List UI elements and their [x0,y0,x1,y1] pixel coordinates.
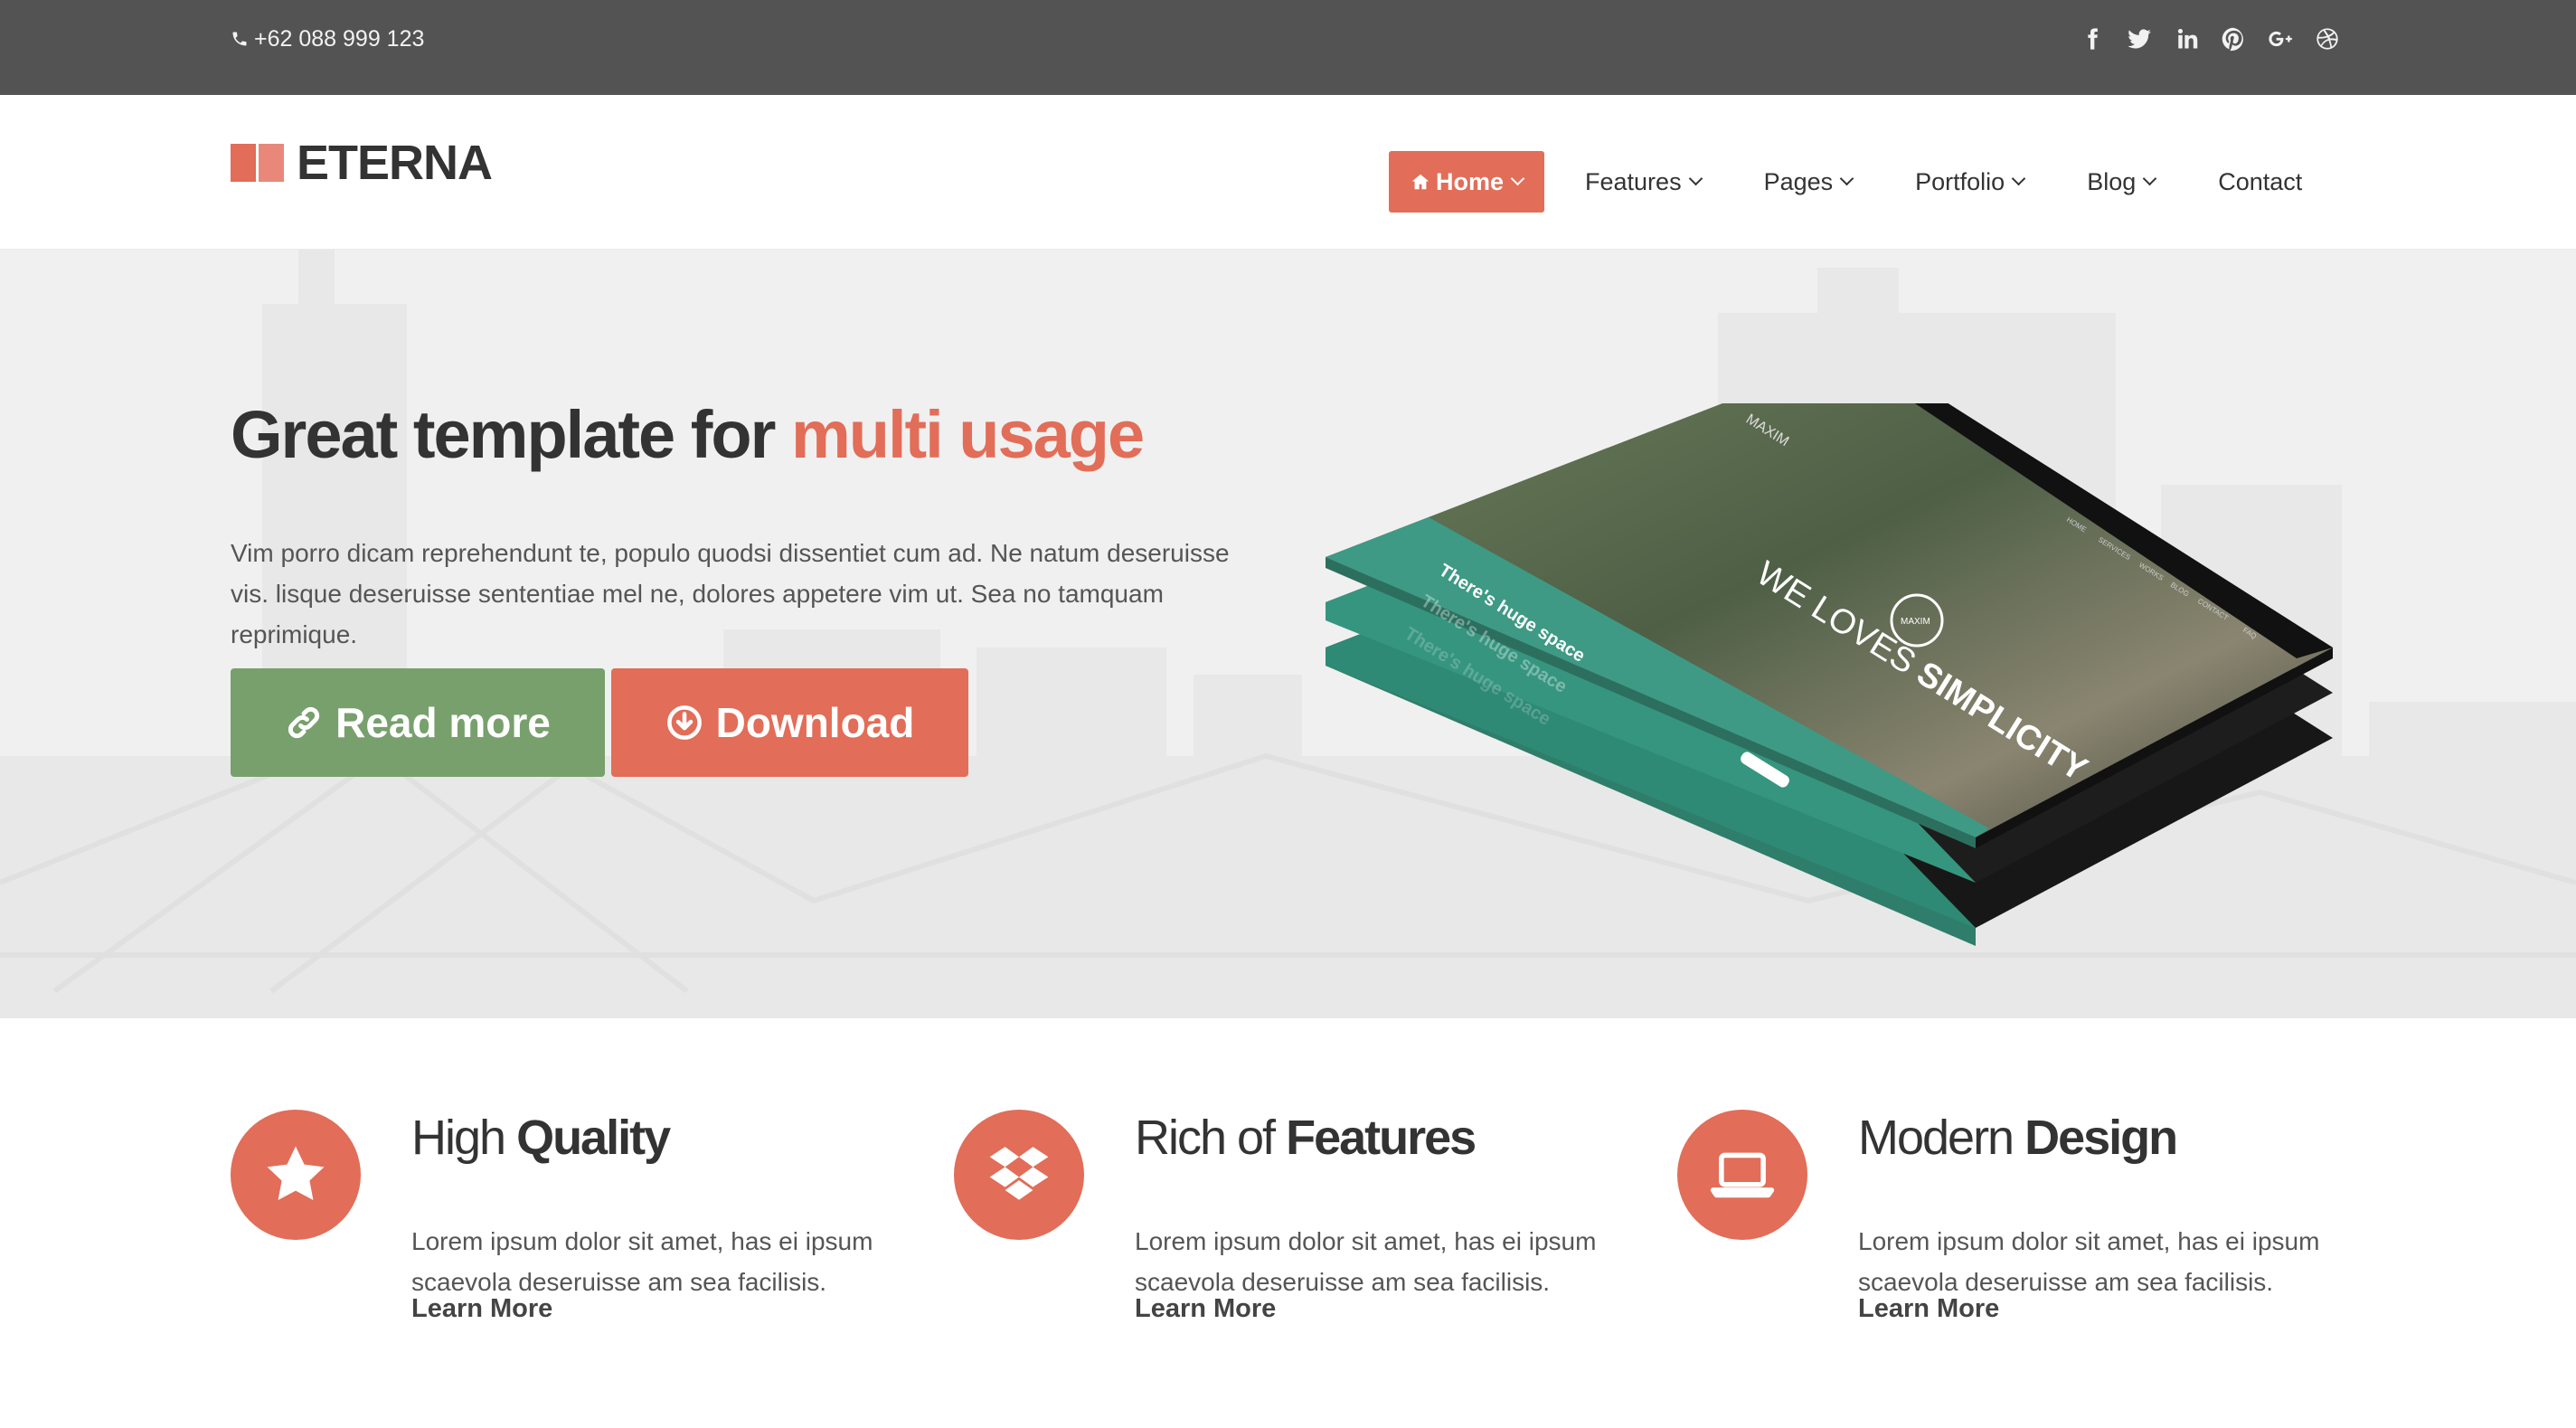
feature-description: Lorem ipsum dolor sit amet, has ei ipsum… [411,1227,873,1296]
facebook-icon[interactable] [2079,24,2106,54]
pinterest-icon[interactable] [2220,24,2247,54]
nav-home-label: Home [1436,167,1505,195]
dropbox-icon [954,1110,1084,1240]
chevron-down-icon [2142,171,2157,185]
feature-title: Rich of Features [1135,1108,1477,1168]
chevron-down-icon [1510,171,1525,185]
nav-pages-label: Pages [1763,167,1834,195]
website-mockup-image: WE LOVES SIMPLICITY MAXIM MAXIM There's … [1326,403,2333,946]
hero-title-accent: multi usage [790,397,1145,472]
logo[interactable]: ETERNA [231,136,493,190]
download-circle-icon [666,705,702,740]
nav-home[interactable]: Home [1389,151,1545,213]
learn-more-link[interactable]: Learn More [1858,1294,1999,1324]
feature-modern-design: Modern Design Lorem ipsum dolor sit amet… [1677,1108,2364,1343]
mockup-badge: MAXIM [1901,617,1930,627]
top-bar: +62 088 999 123 [0,0,2576,95]
download-label: Download [715,699,915,746]
chevron-down-icon [1839,171,1854,185]
hero-description: Vim porro dicam reprehendunt te, populo … [231,539,1230,648]
phone-contact: +62 088 999 123 [231,24,424,54]
nav-contact[interactable]: Contact [2195,151,2325,213]
feature-title: Modern Design [1858,1108,2178,1168]
feature-title-light: Modern [1858,1111,2025,1165]
feature-title-light: High [411,1111,517,1165]
nav-portfolio[interactable]: Portfolio [1892,151,2046,213]
nav-features[interactable]: Features [1562,151,1723,213]
nav-blog[interactable]: Blog [2064,151,2177,213]
phone-icon [232,32,247,46]
learn-more-link[interactable]: Learn More [411,1294,552,1324]
home-icon [1411,174,1430,190]
nav-features-label: Features [1585,167,1682,195]
feature-description: Lorem ipsum dolor sit amet, has ei ipsum… [1135,1227,1597,1296]
read-more-button[interactable]: Read more [231,668,605,777]
phone-number: +62 088 999 123 [254,26,425,52]
download-button[interactable]: Download [611,668,968,777]
social-links [2079,24,2341,54]
feature-description: Lorem ipsum dolor sit amet, has ei ipsum… [1858,1227,2320,1296]
feature-title-bold: Features [1286,1111,1477,1165]
feature-title-bold: Quality [516,1111,671,1165]
feature-title-bold: Design [2024,1111,2178,1165]
read-more-label: Read more [335,699,551,746]
laptop-icon [1677,1110,1807,1240]
feature-high-quality: High Quality Lorem ipsum dolor sit amet,… [231,1108,918,1343]
feature-rich-features: Rich of Features Lorem ipsum dolor sit a… [954,1108,1641,1343]
nav-portfolio-label: Portfolio [1915,167,2005,195]
chevron-down-icon [1688,171,1703,185]
dribbble-icon[interactable] [2314,24,2341,54]
nav-contact-label: Contact [2218,167,2303,195]
link-icon [288,706,320,739]
hero-title-main: Great template for [231,397,791,472]
star-icon [231,1110,361,1240]
feature-title: High Quality [411,1108,671,1168]
logo-mark-icon [231,144,284,182]
nav-pages[interactable]: Pages [1741,151,1875,213]
site-header: ETERNA Home Features Pages Portfolio Blo… [0,95,2576,250]
google-plus-icon[interactable] [2267,24,2294,54]
hero-section: Great template for multi usage Vim porro… [0,250,2576,1018]
logo-text: ETERNA [297,136,493,190]
twitter-icon[interactable] [2126,24,2153,54]
main-nav: Home Features Pages Portfolio Blog Conta… [1389,151,2343,213]
linkedin-icon[interactable] [2173,24,2200,54]
feature-title-light: Rich of [1135,1111,1287,1165]
nav-blog-label: Blog [2087,167,2137,195]
learn-more-link[interactable]: Learn More [1135,1294,1276,1324]
chevron-down-icon [2011,171,2026,185]
hero-title: Great template for multi usage [231,394,1145,476]
